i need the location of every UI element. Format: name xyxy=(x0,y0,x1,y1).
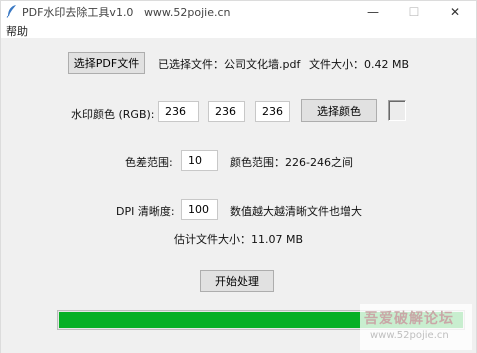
color-range-text: 颜色范围：226-246之间 xyxy=(230,156,353,169)
estimated-size-label: 估计文件大小：11.07 MB xyxy=(174,233,304,246)
start-process-button[interactable]: 开始处理 xyxy=(200,270,274,292)
rgb-r-input[interactable]: 236 xyxy=(158,101,199,122)
minimize-button[interactable]: — xyxy=(353,1,393,22)
site-watermark: 吾爱破解论坛 www.52pojie.cn xyxy=(360,304,472,350)
site-watermark-text: 吾爱破解论坛 xyxy=(364,311,454,327)
menu-help[interactable]: 帮助 xyxy=(6,23,28,39)
maximize-button[interactable]: ☐ xyxy=(394,1,434,22)
color-swatch xyxy=(388,100,406,121)
tolerance-input[interactable]: 10 xyxy=(181,150,218,171)
menu-bar: 帮助 xyxy=(1,22,476,38)
watermark-color-label: 水印颜色 (RGB): xyxy=(71,108,155,121)
dpi-input[interactable]: 100 xyxy=(181,199,218,220)
rgb-b-input[interactable]: 236 xyxy=(255,101,290,122)
tolerance-label: 色差范围: xyxy=(125,156,173,169)
pick-color-button[interactable]: 选择颜色 xyxy=(301,99,377,122)
selected-file-label: 已选择文件：公司文化墙.pdf xyxy=(158,58,301,71)
title-bar[interactable]: PDF水印去除工具v1.0 www.52pojie.cn — ☐ ✕ xyxy=(1,1,476,22)
rgb-g-input[interactable]: 236 xyxy=(208,101,245,122)
file-size-label: 文件大小：0.42 MB xyxy=(309,58,410,71)
app-window: PDF水印去除工具v1.0 www.52pojie.cn — ☐ ✕ 帮助 选择… xyxy=(0,0,477,353)
feather-icon xyxy=(6,5,16,18)
dpi-label: DPI 清晰度: xyxy=(116,205,175,218)
dpi-hint: 数值越大越清晰文件也增大 xyxy=(230,205,362,218)
window-title-site: www.52pojie.cn xyxy=(143,6,231,19)
select-pdf-button[interactable]: 选择PDF文件 xyxy=(68,52,145,74)
site-watermark-url: www.52pojie.cn xyxy=(370,330,449,341)
window-title: PDF水印去除工具v1.0 www.52pojie.cn xyxy=(22,4,231,20)
window-title-app: PDF水印去除工具v1.0 xyxy=(22,6,134,19)
close-button[interactable]: ✕ xyxy=(435,1,475,22)
main-panel: 选择PDF文件 已选择文件：公司文化墙.pdf 文件大小：0.42 MB 水印颜… xyxy=(1,38,476,353)
